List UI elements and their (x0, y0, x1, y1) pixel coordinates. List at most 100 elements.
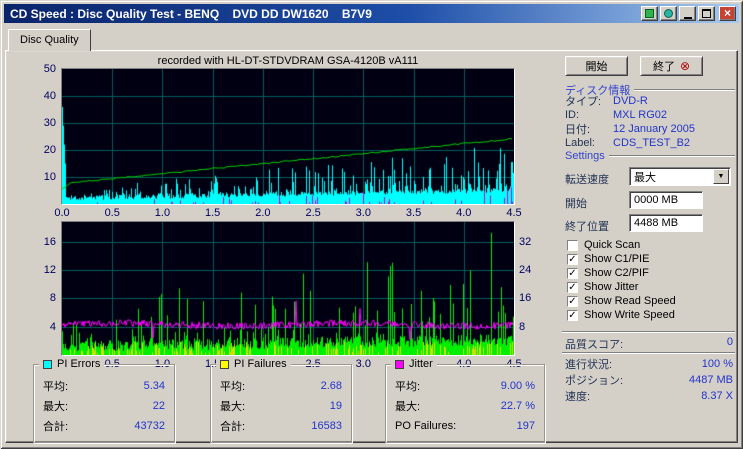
tab-label: Disc Quality (20, 34, 79, 46)
checkbox-box[interactable]: ✓ (567, 295, 578, 307)
minimize-button[interactable] (679, 6, 696, 21)
checkbox-box[interactable]: ✓ (567, 267, 578, 279)
stat-label: PO Failures: (395, 420, 457, 432)
maximize-icon (702, 9, 711, 18)
transfer-speed-select[interactable]: 最大 ▼ (629, 167, 731, 186)
app-window: CD Speed : Disc Quality Test - BENQ DVD … (0, 0, 743, 449)
separator (562, 352, 735, 354)
stat-value: 43732 (134, 420, 165, 432)
legend-color-swatch (43, 359, 52, 369)
close-icon: × (723, 6, 731, 20)
disc-info-label: 日付: (565, 124, 591, 136)
start-scan-label: 開始 (585, 61, 608, 73)
stat-row: 平均: 2.68 (220, 376, 342, 396)
stat-row: 合計: 16583 (220, 416, 342, 436)
disc-info-label: タイプ: (565, 96, 602, 108)
stat-box-title-text: PI Errors (57, 358, 101, 370)
status-row-: 進行状況: 100 % (565, 356, 733, 372)
stat-value: 16583 (311, 420, 342, 432)
disc-info-row: Label: CDS_TEST_B2 (565, 136, 735, 150)
pi-failures-jitter-canvas (62, 222, 514, 355)
pi-errors-plot (61, 68, 515, 205)
disc-info-rows: タイプ: DVD-R ID: MXL RG02 日付: 12 January 2005 La… (565, 94, 735, 150)
status-label: 速度: (565, 391, 591, 403)
stat-value: 2.68 (320, 380, 342, 392)
stat-box-title: PI Errors (39, 358, 105, 370)
stat-value: 22 (152, 400, 165, 412)
stat-value: 22.7 % (500, 400, 535, 412)
chart-export-button[interactable] (660, 6, 677, 21)
settings-header: Settings (565, 150, 735, 162)
stat-row: 平均: 9.00 % (395, 376, 535, 396)
maximize-button[interactable] (698, 6, 715, 21)
stat-rows: 平均: 9.00 % 最大: 22.7 % PO Failures: 197 (395, 376, 535, 436)
chart-capture-button[interactable] (641, 6, 658, 21)
chevron-down-icon: ▼ (717, 173, 725, 180)
checkbox-label: Show Jitter (584, 281, 639, 293)
window-title: CD Speed : Disc Quality Test - BENQ DVD … (10, 6, 372, 21)
stat-value: 197 (516, 420, 535, 432)
stat-label: 最大: (43, 401, 69, 413)
stat-rows: 平均: 2.68 最大: 19 合計: 16583 (220, 376, 342, 436)
start-scan-button[interactable]: 開始 (565, 56, 628, 76)
minimize-icon (683, 16, 692, 19)
checkbox-box[interactable]: ✓ (567, 253, 578, 265)
checkbox-show-jitter[interactable]: ✓ Show Jitter (567, 280, 735, 294)
checkbox-box[interactable]: ✓ (567, 309, 578, 321)
disc-info-label: Label: (565, 137, 595, 149)
stat-box-title: PI Failures (216, 358, 291, 370)
end-position-input[interactable]: 4488 MB (629, 214, 703, 232)
checkbox-quick-scan[interactable]: Quick Scan (567, 238, 735, 252)
tab-disc-quality[interactable]: Disc Quality (8, 29, 91, 51)
disc-info-value: 12 January 2005 (613, 123, 695, 135)
stat-value: 9.00 % (500, 380, 535, 392)
stat-label: 平均: (220, 381, 246, 393)
disc-info-label: ID: (565, 109, 580, 121)
checkbox-label: Show Read Speed (584, 295, 676, 307)
quality-score-value: 0 (726, 336, 733, 348)
stat-rows: 平均: 5.34 最大: 22 合計: 43732 (43, 376, 165, 436)
checkbox-show-read-speed[interactable]: ✓ Show Read Speed (567, 294, 735, 308)
green-squares-icon (645, 9, 654, 18)
stat-label: 最大: (220, 401, 246, 413)
stat-box-title-text: Jitter (409, 358, 433, 370)
recorded-with-label: recorded with HL-DT-STDVDRAM GSA-4120B v… (157, 55, 419, 67)
header-rule (634, 89, 735, 91)
checkbox-label: Quick Scan (584, 239, 641, 251)
stat-label: 合計: (43, 421, 69, 433)
legend-color-swatch (220, 359, 229, 369)
stat-value: 5.34 (143, 380, 165, 392)
status-row-: 速度: 8.37 X (565, 388, 733, 404)
status-value: 100 % (701, 358, 733, 370)
checkbox-show-c1-pie[interactable]: ✓ Show C1/PIE (567, 252, 735, 266)
stat-label: 最大: (395, 401, 421, 413)
exit-label: 終了 (652, 61, 675, 73)
legend-color-swatch (395, 359, 404, 369)
stat-box-title-text: PI Failures (234, 358, 287, 370)
end-position-label: 終了位置 (565, 221, 609, 233)
stat-row: 平均: 5.34 (43, 376, 165, 396)
pi-failures-jitter-plot (61, 221, 515, 356)
start-position-input[interactable]: 0000 MB (629, 191, 703, 209)
status-label: ポジション: (565, 375, 624, 387)
checkbox-show-c2-pif[interactable]: ✓ Show C2/PIF (567, 266, 735, 280)
checkbox-show-write-speed[interactable]: ✓ Show Write Speed (567, 308, 735, 322)
stat-box-jitter: Jitter 平均: 9.00 % 最大: 22.7 % PO Failures: 197 (385, 358, 545, 443)
stat-box-pi-errors: PI Errors 平均: 5.34 最大: 22 合計: 43732 (33, 358, 175, 443)
transfer-speed-value: 最大 (634, 171, 656, 184)
quality-score-row: 品質スコア: 0 (565, 336, 733, 352)
checkbox-box[interactable] (567, 239, 578, 251)
settings-checkboxes: Quick Scan ✓ Show C1/PIE ✓ Show C2/PIF ✓ Show … (567, 238, 735, 322)
close-button[interactable]: × (719, 6, 736, 21)
stat-row: 最大: 19 (220, 396, 342, 416)
disc-info-value: MXL RG02 (613, 109, 668, 121)
dropdown-button[interactable]: ▼ (713, 169, 729, 184)
disc-info-value: DVD-R (613, 95, 648, 107)
status-rows: 進行状況: 100 % ポジション: 4487 MB 速度: 8.37 X (565, 356, 733, 404)
stat-box-pi-failures: PI Failures 平均: 2.68 最大: 19 合計: 16583 (210, 358, 352, 443)
exit-button[interactable]: 終了 ⊗ (640, 56, 703, 76)
disc-info-value: CDS_TEST_B2 (613, 137, 691, 149)
exit-icon: ⊗ (679, 59, 691, 73)
separator (562, 331, 735, 333)
checkbox-box[interactable]: ✓ (567, 281, 578, 293)
